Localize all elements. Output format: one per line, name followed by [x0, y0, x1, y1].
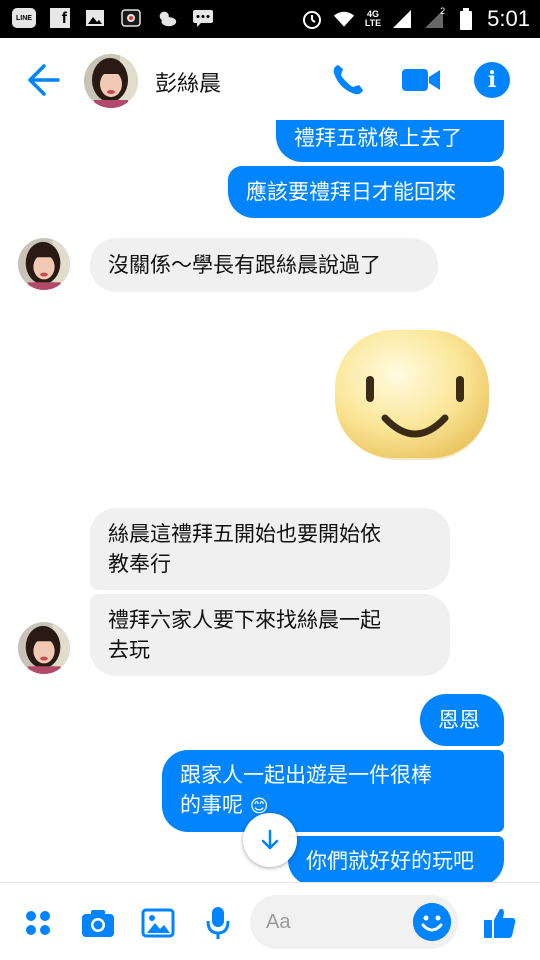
message-text: 禮拜五就像上去了 — [294, 126, 462, 150]
message-bubble-incoming[interactable]: 絲晨這禮拜五開始也要開始依 教奉行 — [90, 508, 450, 590]
video-camera-icon — [402, 69, 440, 91]
camera-button[interactable] — [78, 903, 118, 943]
message-text: 跟家人一起出遊是一件很棒 的事呢 😊 — [180, 763, 432, 817]
status-bar: LINE f 4G LTE 2 5:01 — [0, 0, 540, 38]
wifi-icon — [333, 9, 355, 29]
camera-icon — [82, 910, 114, 937]
video-call-button[interactable] — [400, 64, 442, 96]
message-bubble-outgoing[interactable]: 跟家人一起出遊是一件很棒 的事呢 😊 — [162, 750, 504, 832]
sim-number: 2 — [440, 6, 446, 16]
message-bubble-incoming[interactable]: 沒關係～學長有跟絲晨說過了 — [90, 238, 438, 292]
smiley-sticker[interactable] — [333, 328, 493, 463]
gallery-button[interactable] — [138, 903, 178, 943]
network-type: 4G LTE — [364, 9, 382, 28]
weather-icon — [156, 8, 178, 28]
signal-sim2-icon: 2 — [423, 6, 446, 29]
battery-icon — [455, 8, 477, 30]
sender-avatar[interactable] — [18, 238, 70, 290]
message-text: 禮拜六家人要下來找絲晨一起 去玩 — [108, 608, 381, 662]
notification-icons: LINE f — [12, 8, 214, 28]
message-composer — [250, 895, 458, 949]
like-button[interactable] — [480, 903, 520, 943]
message-text: 應該要禮拜日才能回來 — [246, 180, 456, 204]
message-text: 恩恩 — [438, 708, 480, 732]
scroll-to-bottom-button[interactable] — [243, 813, 297, 867]
message-list[interactable]: 禮拜五就像上去了 應該要禮拜日才能回來 沒關係～學長有跟絲晨說過了 絲晨這禮拜五… — [0, 120, 540, 882]
composer-bar — [0, 882, 540, 960]
message-bubble-outgoing[interactable]: 應該要禮拜日才能回來 — [228, 166, 504, 218]
message-notification-icon — [192, 8, 214, 28]
line-app-icon: LINE — [12, 8, 36, 28]
call-button[interactable] — [330, 62, 366, 98]
message-bubble-outgoing[interactable]: 你們就好好的玩吧 — [288, 836, 504, 882]
back-button[interactable] — [22, 60, 62, 100]
message-bubble-outgoing[interactable]: 恩恩 — [420, 694, 504, 746]
message-input[interactable] — [266, 907, 406, 937]
voice-message-button[interactable] — [198, 903, 238, 943]
emoji-button[interactable] — [413, 903, 451, 941]
message-text: 絲晨這禮拜五開始也要開始依 教奉行 — [108, 522, 381, 576]
smiley-icon — [413, 903, 451, 941]
info-icon: i — [487, 67, 497, 93]
more-actions-button[interactable] — [18, 903, 58, 943]
four-dots-icon — [26, 911, 50, 935]
microphone-icon — [206, 907, 230, 939]
contact-avatar[interactable] — [84, 54, 138, 108]
message-bubble-incoming[interactable]: 禮拜六家人要下來找絲晨一起 去玩 — [90, 594, 450, 676]
arrow-left-icon — [28, 64, 60, 96]
chat-header: 彭絲晨 i — [0, 38, 540, 120]
system-status: 4G LTE 2 5:01 — [301, 6, 530, 32]
smiley-face-icon — [335, 330, 489, 460]
thumbs-up-icon — [484, 908, 516, 938]
contact-name[interactable]: 彭絲晨 — [155, 66, 221, 98]
phone-icon — [333, 65, 363, 95]
clock: 5:01 — [487, 6, 530, 31]
message-text: 沒關係～學長有跟絲晨說過了 — [108, 253, 381, 277]
facebook-icon: f — [50, 8, 70, 28]
gallery-notification-icon — [84, 8, 106, 28]
image-icon — [141, 908, 175, 938]
signal-icon — [391, 9, 413, 29]
sender-avatar[interactable] — [18, 622, 70, 674]
message-bubble-outgoing[interactable]: 禮拜五就像上去了 — [276, 120, 504, 162]
message-text: 你們就好好的玩吧 — [306, 849, 474, 873]
app-notification-icon — [120, 8, 142, 28]
arrow-down-icon — [261, 829, 279, 850]
alarm-icon — [301, 9, 323, 29]
info-button[interactable]: i — [474, 62, 510, 98]
